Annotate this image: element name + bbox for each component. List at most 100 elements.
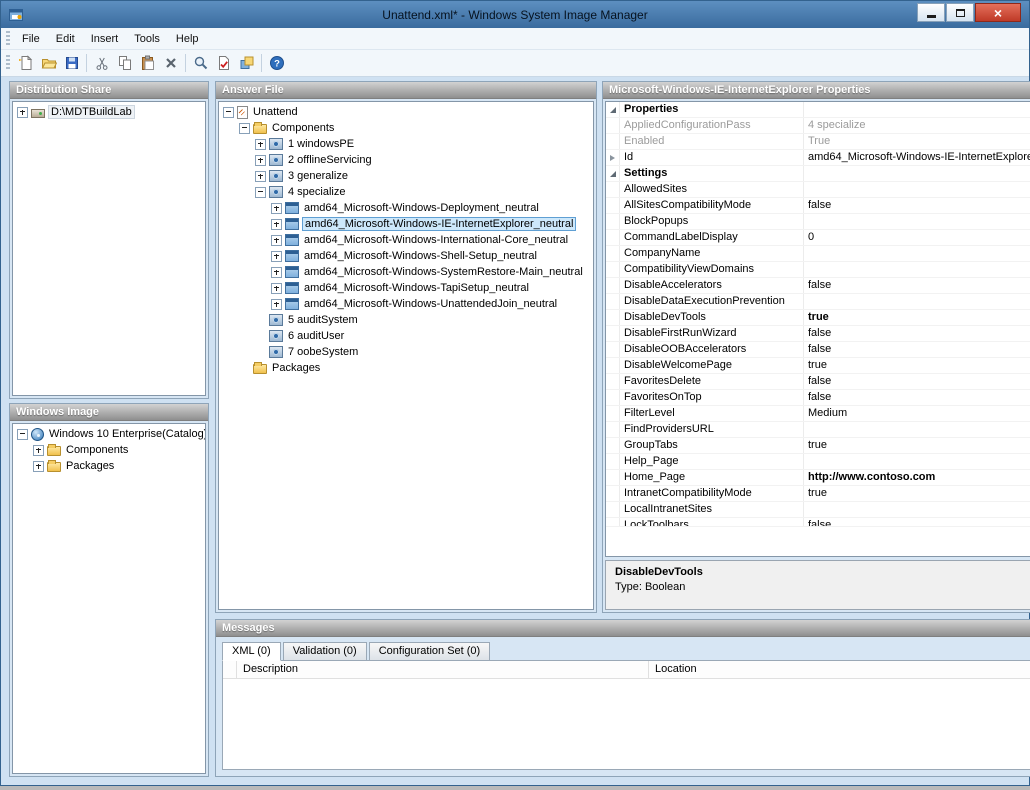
property-row[interactable]: IntranetCompatibilityModetrue [606,486,1030,502]
tree-node-packages[interactable]: Packages [239,360,593,376]
expand-icon[interactable] [271,299,282,310]
tree-node-label[interactable]: Packages [64,460,116,472]
property-row[interactable]: CompanyName [606,246,1030,262]
expand-icon[interactable] [17,107,28,118]
tab-xml[interactable]: XML (0) [222,642,281,661]
minimize-button[interactable] [917,3,945,22]
tree-node-label[interactable]: 2 offlineServicing [286,154,374,166]
tree-node-international-core[interactable]: amd64_Microsoft-Windows-International-Co… [271,232,593,248]
tree-node-windows-image-root[interactable]: Windows 10 Enterprise(Catalog) [17,426,205,442]
tree-node-unattendedjoin[interactable]: amd64_Microsoft-Windows-UnattendedJoin_n… [271,296,593,312]
tree-node-label[interactable]: 6 auditUser [286,330,346,342]
tree-node-label[interactable]: Unattend [251,106,300,118]
tree-node-components[interactable]: Components [239,120,593,136]
property-row[interactable]: DisableDevToolstrue [606,310,1030,326]
property-row[interactable]: FilterLevelMedium [606,406,1030,422]
tree-node-unattend[interactable]: Unattend [223,104,593,120]
tree-node-pass3[interactable]: 3 generalize [255,168,593,184]
row-collapsed-icon[interactable] [610,155,615,161]
tree-node-label[interactable]: amd64_Microsoft-Windows-Shell-Setup_neut… [302,250,539,262]
menu-edit[interactable]: Edit [48,30,83,48]
tree-node-wi-components[interactable]: Components [33,442,205,458]
collapse-icon[interactable] [255,187,266,198]
property-row[interactable]: CommandLabelDisplay0 [606,230,1030,246]
tree-node-tapisetup[interactable]: amd64_Microsoft-Windows-TapiSetup_neutra… [271,280,593,296]
tree-node-systemrestore[interactable]: amd64_Microsoft-Windows-SystemRestore-Ma… [271,264,593,280]
column-description[interactable]: Description [237,661,649,678]
tree-node-label[interactable]: 4 specialize [286,186,347,198]
tree-node-label[interactable]: D:\MDTBuildLab [48,105,135,119]
expand-icon[interactable] [271,235,282,246]
property-row[interactable]: DisableOOBAcceleratorsfalse [606,342,1030,358]
close-button[interactable]: × [975,3,1021,22]
tree-node-wi-packages[interactable]: Packages [33,458,205,474]
expand-icon[interactable] [33,461,44,472]
create-configuration-set-button[interactable] [235,52,258,74]
find-button[interactable] [189,52,212,74]
menu-help[interactable]: Help [168,30,207,48]
tree-node-ie-internetexplorer[interactable]: amd64_Microsoft-Windows-IE-InternetExplo… [271,216,593,232]
tree-node-deployment[interactable]: amd64_Microsoft-Windows-Deployment_neutr… [271,200,593,216]
tree-node-label[interactable]: Components [270,122,336,134]
tree-node-label[interactable]: 7 oobeSystem [286,346,360,358]
tree-node-label[interactable]: amd64_Microsoft-Windows-Deployment_neutr… [302,202,541,214]
tree-node-pass4[interactable]: 4 specialize [255,184,593,200]
property-row[interactable]: FindProvidersURL [606,422,1030,438]
cut-button[interactable] [90,52,113,74]
section-expanded-icon[interactable] [610,171,616,177]
property-row[interactable]: CompatibilityViewDomains [606,262,1030,278]
tree-node-pass7[interactable]: 7 oobeSystem [255,344,593,360]
property-row[interactable]: AppliedConfigurationPass4 specialize [606,118,1030,134]
tree-node-pass1[interactable]: 1 windowsPE [255,136,593,152]
property-section-row[interactable]: Settings [606,166,1030,182]
save-answer-file-button[interactable] [60,52,83,74]
tree-node-label[interactable]: 3 generalize [286,170,350,182]
expand-icon[interactable] [255,139,266,150]
property-row[interactable]: Home_Pagehttp://www.contoso.com [606,470,1030,486]
maximize-button[interactable] [946,3,974,22]
tab-validation[interactable]: Validation (0) [283,642,367,661]
expand-icon[interactable] [255,155,266,166]
paste-button[interactable] [136,52,159,74]
property-row[interactable]: AllSitesCompatibilityModefalse [606,198,1030,214]
property-row[interactable]: DisableDataExecutionPrevention [606,294,1030,310]
tree-node-pass6[interactable]: 6 auditUser [255,328,593,344]
property-row[interactable]: Idamd64_Microsoft-Windows-IE-InternetExp… [606,150,1030,166]
new-answer-file-button[interactable] [14,52,37,74]
tree-node-label[interactable]: Windows 10 Enterprise(Catalog) [47,428,206,440]
expand-icon[interactable] [271,267,282,278]
delete-button[interactable] [159,52,182,74]
tree-node-label[interactable]: Packages [270,362,322,374]
menu-tools[interactable]: Tools [126,30,168,48]
copy-button[interactable] [113,52,136,74]
collapse-icon[interactable] [17,429,28,440]
property-row[interactable]: Help_Page [606,454,1030,470]
column-location[interactable]: Location [649,661,1030,678]
tree-node-shell-setup[interactable]: amd64_Microsoft-Windows-Shell-Setup_neut… [271,248,593,264]
tree-node-label-selected[interactable]: amd64_Microsoft-Windows-IE-InternetExplo… [302,217,576,231]
tree-node-label[interactable]: amd64_Microsoft-Windows-SystemRestore-Ma… [302,266,585,278]
menu-file[interactable]: File [14,30,48,48]
tree-node-label[interactable]: amd64_Microsoft-Windows-UnattendedJoin_n… [302,298,559,310]
property-row[interactable]: DisableWelcomePagetrue [606,358,1030,374]
collapse-icon[interactable] [223,107,234,118]
menu-insert[interactable]: Insert [83,30,127,48]
collapse-icon[interactable] [239,123,250,134]
expand-icon[interactable] [255,171,266,182]
tree-node-mdtbuildlab[interactable]: D:\MDTBuildLab [17,104,205,120]
property-row[interactable]: FavoritesDeletefalse [606,374,1030,390]
tree-node-label[interactable]: amd64_Microsoft-Windows-International-Co… [302,234,570,246]
property-row[interactable]: LockToolbarsfalse [606,518,1030,527]
expand-icon[interactable] [271,203,282,214]
distribution-share-tree[interactable]: D:\MDTBuildLab [12,101,206,396]
expand-icon[interactable] [271,219,282,230]
expand-icon[interactable] [271,251,282,262]
tree-node-pass5[interactable]: 5 auditSystem [255,312,593,328]
tree-node-pass2[interactable]: 2 offlineServicing [255,152,593,168]
property-section-row[interactable]: Properties [606,102,1030,118]
expand-icon[interactable] [271,283,282,294]
expand-icon[interactable] [33,445,44,456]
windows-image-tree[interactable]: Windows 10 Enterprise(Catalog) Component… [12,423,206,774]
property-row[interactable]: DisableAcceleratorsfalse [606,278,1030,294]
open-answer-file-button[interactable] [37,52,60,74]
